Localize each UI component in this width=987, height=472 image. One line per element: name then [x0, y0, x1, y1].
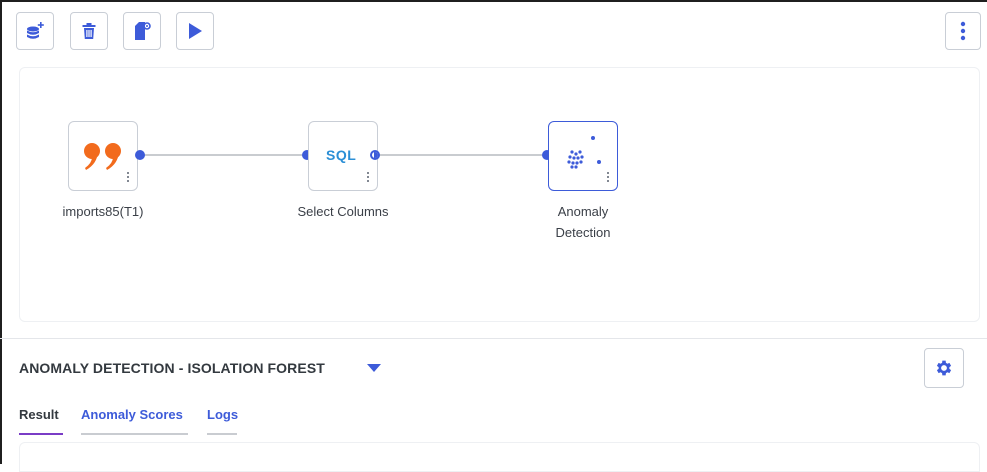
quote-icon: [84, 143, 121, 170]
node-select-columns[interactable]: SQL: [308, 121, 378, 191]
chevron-down-icon[interactable]: [367, 364, 381, 372]
output-port[interactable]: [135, 150, 145, 160]
tab-logs[interactable]: Logs: [207, 407, 238, 422]
flow-connections: [141, 154, 545, 156]
tab-anomaly-scores-underline: [81, 433, 188, 435]
node-imports85[interactable]: [68, 121, 138, 191]
node-anomaly-detection[interactable]: [548, 121, 618, 191]
panel-title: ANOMALY DETECTION - ISOLATION FOREST: [19, 360, 325, 376]
scatter-dots-icon: [567, 136, 601, 169]
node-menu-icon[interactable]: [127, 172, 130, 184]
node-menu-icon[interactable]: [367, 172, 370, 184]
node-label-anomaly-detection: Anomaly Detection: [555, 204, 611, 240]
node-label-imports85: imports85(T1): [62, 204, 144, 219]
node-menu-icon[interactable]: [607, 172, 610, 184]
node-label-select-columns: Select Columns: [297, 204, 389, 219]
gear-icon: [936, 360, 952, 376]
tab-logs-underline: [207, 433, 237, 435]
panel-divider: [0, 338, 987, 339]
result-content-area: [19, 442, 980, 472]
sql-icon: SQL: [326, 147, 357, 163]
tab-anomaly-scores[interactable]: Anomaly Scores: [81, 407, 183, 422]
tab-result-underline: [19, 433, 63, 435]
tab-result[interactable]: Result: [19, 407, 59, 422]
panel-settings-button[interactable]: [924, 348, 964, 388]
output-port[interactable]: [370, 150, 380, 160]
